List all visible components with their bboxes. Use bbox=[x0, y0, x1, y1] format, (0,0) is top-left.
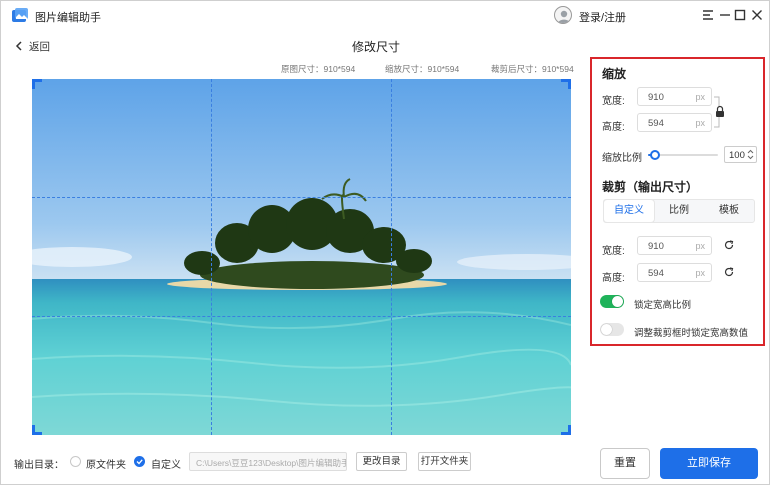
tab-ratio[interactable]: 比例 bbox=[654, 200, 704, 222]
avatar-icon[interactable] bbox=[554, 6, 572, 24]
scale-ratio-slider[interactable] bbox=[648, 150, 718, 160]
output-dir-label: 输出目录： bbox=[14, 460, 64, 471]
unit-label: px bbox=[695, 241, 705, 251]
scale-section-title: 缩放 bbox=[602, 67, 627, 81]
open-folder-button[interactable]: 打开文件夹 bbox=[418, 452, 471, 471]
crop-section-title: 裁剪（输出尺寸） bbox=[602, 180, 699, 194]
page-title: 修改尺寸 bbox=[351, 40, 400, 54]
scaled-size-info: 缩放尺寸：910*594 bbox=[385, 64, 460, 74]
back-button[interactable]: 返回 bbox=[15, 38, 50, 54]
crop-height-input[interactable]: 594 px bbox=[637, 263, 712, 282]
settings-panel: 缩放 宽度: 910 px 高度: 594 px 缩放比例 100 裁剪（输出尺… bbox=[590, 57, 765, 346]
radio-original-folder[interactable] bbox=[70, 456, 81, 467]
back-arrow-icon bbox=[15, 41, 22, 51]
crop-handle-top-left[interactable] bbox=[32, 79, 42, 89]
unit-label: px bbox=[695, 268, 705, 278]
image-canvas[interactable] bbox=[32, 79, 571, 435]
crop-width-input[interactable]: 910 px bbox=[637, 236, 712, 255]
original-size-info: 原图尺寸：910*594 bbox=[281, 64, 356, 74]
crop-grid-line bbox=[211, 79, 212, 435]
lock-icon[interactable] bbox=[712, 95, 726, 129]
refresh-icon[interactable] bbox=[724, 240, 734, 250]
scale-ratio-stepper[interactable]: 100 bbox=[724, 146, 757, 163]
stepper-icon[interactable] bbox=[747, 149, 754, 160]
maximize-icon[interactable] bbox=[733, 8, 747, 22]
scale-height-value: 594 bbox=[648, 118, 664, 129]
crop-width-value: 910 bbox=[648, 241, 664, 252]
close-icon[interactable] bbox=[750, 8, 764, 22]
save-now-button[interactable]: 立即保存 bbox=[660, 448, 758, 479]
crop-width-label: 宽度: bbox=[602, 246, 625, 257]
crop-tabs: 自定义 比例 模板 bbox=[603, 199, 755, 223]
scale-width-label: 宽度: bbox=[602, 96, 625, 107]
crop-handle-bottom-left[interactable] bbox=[32, 425, 42, 435]
title-bar: 图片编辑助手 登录/注册 bbox=[1, 1, 769, 31]
scale-ratio-label: 缩放比例 bbox=[602, 153, 642, 164]
crop-handle-bottom-right[interactable] bbox=[561, 425, 571, 435]
reset-button[interactable]: 重置 bbox=[600, 448, 650, 479]
island-photo bbox=[32, 79, 571, 435]
scale-height-label: 高度: bbox=[602, 122, 625, 133]
crop-grid-line bbox=[391, 79, 392, 435]
radio-custom-folder[interactable] bbox=[134, 456, 145, 467]
refresh-icon[interactable] bbox=[724, 267, 734, 277]
scale-width-value: 910 bbox=[648, 92, 664, 103]
tab-template[interactable]: 模板 bbox=[704, 200, 754, 222]
app-title: 图片编辑助手 bbox=[35, 12, 101, 24]
lock-aspect-label: 锁定宽高比例 bbox=[634, 300, 692, 311]
change-dir-button[interactable]: 更改目录 bbox=[356, 452, 407, 471]
crop-grid-line bbox=[32, 197, 571, 198]
back-label: 返回 bbox=[29, 40, 50, 53]
check-icon bbox=[136, 459, 143, 465]
menu-icon[interactable] bbox=[701, 8, 715, 22]
crop-height-label: 高度: bbox=[602, 273, 625, 284]
unit-label: px bbox=[695, 92, 705, 102]
lock-crop-values-toggle[interactable] bbox=[600, 323, 624, 336]
scale-width-input[interactable]: 910 px bbox=[637, 87, 712, 106]
app-window: 图片编辑助手 登录/注册 返回 修改尺寸 原图尺寸：910*594 缩放尺寸：9… bbox=[0, 0, 770, 485]
radio-original-folder-label[interactable]: 原文件夹 bbox=[86, 456, 126, 471]
unit-label: px bbox=[695, 118, 705, 128]
crop-handle-top-right[interactable] bbox=[561, 79, 571, 89]
crop-grid-line bbox=[32, 316, 571, 317]
login-link[interactable]: 登录/注册 bbox=[579, 9, 626, 25]
scale-height-input[interactable]: 594 px bbox=[637, 113, 712, 132]
minimize-icon[interactable] bbox=[718, 8, 732, 22]
lock-crop-values-label: 调整裁剪框时锁定宽高数值 bbox=[634, 328, 749, 339]
app-logo-icon bbox=[12, 8, 28, 22]
tab-custom[interactable]: 自定义 bbox=[604, 200, 654, 222]
lock-aspect-toggle[interactable] bbox=[600, 295, 624, 308]
cropped-size-info: 裁剪后尺寸：910*594 bbox=[491, 64, 574, 74]
output-path-field[interactable]: C:\Users\豆豆123\Desktop\图片编辑助手 bbox=[189, 452, 347, 471]
scale-ratio-value: 100 bbox=[729, 150, 745, 161]
radio-custom-folder-label[interactable]: 自定义 bbox=[151, 456, 181, 471]
crop-height-value: 594 bbox=[648, 268, 664, 279]
